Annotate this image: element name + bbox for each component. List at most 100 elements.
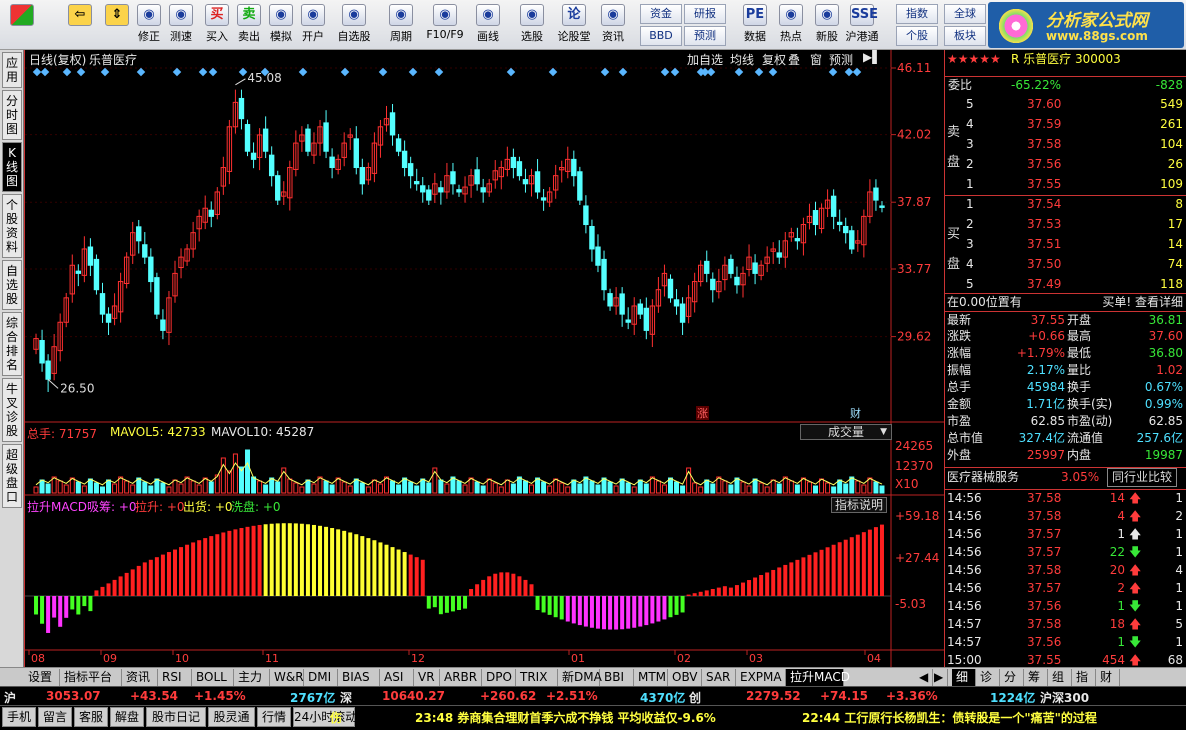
panel-tab[interactable]: 筹 [1024,669,1048,686]
toolbar-button-10[interactable]: ◉ 周期 [382,2,420,48]
sell-level-row[interactable]: 3 37.58 104 [945,136,1186,153]
indicator-tab[interactable]: 新DMA [558,669,602,686]
left-tab-4[interactable]: 自选股 [2,260,22,310]
toolbar-button-8[interactable]: ◉ 开户 [298,2,328,48]
indicator-tab[interactable]: OBV [668,669,702,686]
indicator-tab[interactable]: 拉升MACD [786,669,850,686]
toolbar-small-button[interactable]: 研报 [684,4,726,24]
toolbar-button-0[interactable] [4,2,40,48]
indicator-tab[interactable]: 指标平台 [60,669,122,686]
indicator-tab[interactable]: 设置 [24,669,60,686]
toolbar-small-button[interactable]: 资金 [640,4,682,24]
toolbar-small-button[interactable]: 预测 [684,26,726,46]
left-tab-0[interactable]: 应用 [2,52,22,88]
sell-level-row[interactable]: 1 37.55 109 [945,176,1186,193]
left-tab-3[interactable]: 个股资料 [2,194,22,258]
toolbar-button-18[interactable]: ◉ 新股 [812,2,842,48]
indicator-tab[interactable]: DPO [482,669,516,686]
chart-header-button[interactable]: 叠 [788,51,800,68]
indicator-tab[interactable]: BBI [600,669,634,686]
panel-tab[interactable]: 指 [1072,669,1096,686]
indicator-tab[interactable]: 主力 [234,669,270,686]
chart-header-button[interactable]: 复权 [762,51,786,68]
ticker-button[interactable]: 行情 [257,707,291,727]
panel-tab[interactable]: 财 [1096,669,1120,686]
left-tab-6[interactable]: 牛叉诊股 [2,378,22,442]
toolbar-button-14[interactable]: 论论股堂 [556,2,592,48]
ticker-button[interactable]: 手机 [2,707,36,727]
panel-tab[interactable]: 诊 [976,669,1000,686]
toolbar-button-6[interactable]: 卖卖出 [234,2,264,48]
toolbar-small-button[interactable]: 全球 [944,4,986,24]
news-item-1[interactable]: 23:48 券商集合理财首季六成不挣钱 平均收益仅-9.6% [415,709,716,726]
sell-level-row[interactable]: 4 37.59 261 [945,116,1186,133]
toolbar-button-11[interactable]: ◉ F10/F9 [424,2,466,48]
indicator-tab[interactable]: MTM [634,669,668,686]
toolbar-button-3[interactable]: ◉ 修正 [134,2,164,48]
buy-level-row[interactable]: 4 37.50 74 [945,256,1186,273]
left-tab-7[interactable]: 超级盘口 [2,444,22,508]
pin-icon[interactable]: ▶▌ [863,50,881,64]
left-tab-1[interactable]: 分时图 [2,90,22,140]
indicator-tab[interactable]: 资讯 [122,669,158,686]
toolbar-button-17[interactable]: ◉ 热点 [776,2,806,48]
chart-header-button[interactable]: 加自选 [687,51,723,68]
cy-value[interactable]: 2279.52 [746,689,801,703]
sh-value[interactable]: 3053.07 [46,689,101,703]
chart-header-button[interactable]: 预测 [829,51,853,68]
panel-tab[interactable]: 分 [1000,669,1024,686]
toolbar-button-19[interactable]: SSE 沪港通 [844,2,880,48]
indicator-tab[interactable]: W&R [270,669,304,686]
toolbar-small-button[interactable]: BBD [640,26,682,46]
toolbar-small-button[interactable]: 个股 [896,26,938,46]
indicator-tab[interactable]: RSI [158,669,192,686]
indicator-tab[interactable]: SAR [702,669,736,686]
left-tab-2[interactable]: K线图 [2,142,22,192]
indicator-tab[interactable]: BIAS [338,669,380,686]
sz-value[interactable]: 10640.27 [382,689,445,703]
toolbar-small-button[interactable]: 指数 [896,4,938,24]
indicator-help-button[interactable]: 指标说明 [831,497,888,513]
indicator-tab[interactable]: ASI [380,669,414,686]
buy-level-row[interactable]: 2 37.53 17 [945,216,1186,233]
toolbar-button-4[interactable]: ◉ 测速 [166,2,196,48]
toolbar-small-button[interactable]: 板块 [944,26,986,46]
panel-tab[interactable]: 组 [1048,669,1072,686]
news-item-2[interactable]: 22:44 工行原行长杨凯生：债转股是一个"痛苦"的过程 [802,709,1097,726]
stock-code-name[interactable]: R 乐普医疗 300003 [1011,51,1121,68]
toolbar-button-7[interactable]: ◉ 模拟 [266,2,296,48]
indicator-tab[interactable]: DMI [304,669,338,686]
sell-level-row[interactable]: 5 37.60 549 [945,96,1186,113]
buy-level-row[interactable]: 3 37.51 14 [945,236,1186,253]
chart-header-button[interactable]: 均线 [730,51,754,68]
kline-chart-svg[interactable]: 46.11 42.02 37.87 33.77 29.62 45.08 26.50 涨 财 242… [25,50,944,667]
toolbar-button-2[interactable]: ⇕ [104,2,130,48]
buy-detail-link[interactable]: 买单! 查看详细 [1102,294,1183,311]
indicator-tab[interactable]: BOLL [192,669,234,686]
indicator-tab[interactable]: ARBR [440,669,482,686]
kline-chart-area[interactable]: 46.11 42.02 37.87 33.77 29.62 45.08 26.50 涨 财 242… [24,50,944,667]
ticker-button[interactable]: 留言 [38,707,72,727]
indicator-tab[interactable]: EXPMA [736,669,786,686]
toolbar-button-5[interactable]: 买买入 [202,2,232,48]
buy-level-row[interactable]: 5 37.49 118 [945,276,1186,293]
left-tab-5[interactable]: 综合排名 [2,312,22,376]
toolbar-button-12[interactable]: ◉ 画线 [468,2,508,48]
chart-header-button[interactable]: 窗 [810,51,822,68]
industry-compare-button[interactable]: 同行业比较 [1107,468,1178,487]
toolbar-button-16[interactable]: PE 数据 [740,2,770,48]
ticker-button[interactable]: 股灵通 [208,707,255,727]
toolbar-button-13[interactable]: ◉ 选股 [512,2,552,48]
toolbar-button-15[interactable]: ◉ 资讯 [598,2,628,48]
toolbar-button-9[interactable]: ◉ 自选股 [334,2,374,48]
ticker-button[interactable]: 客服 [74,707,108,727]
indicator-tab[interactable]: VR [414,669,440,686]
sell-level-row[interactable]: 2 37.56 26 [945,156,1186,173]
ticker-button[interactable]: 解盘 [110,707,144,727]
ticker-button[interactable]: 股市日记 [146,707,206,727]
volume-indicator-select[interactable]: 成交量 ▼ [800,424,892,440]
industry-name[interactable]: 医疗器械服务 [947,469,1019,486]
ticker-button[interactable]: 24小时滚动 [293,707,357,727]
panel-tab[interactable]: 细 [952,669,976,686]
toolbar-button-1[interactable]: ⇦ [62,2,98,48]
